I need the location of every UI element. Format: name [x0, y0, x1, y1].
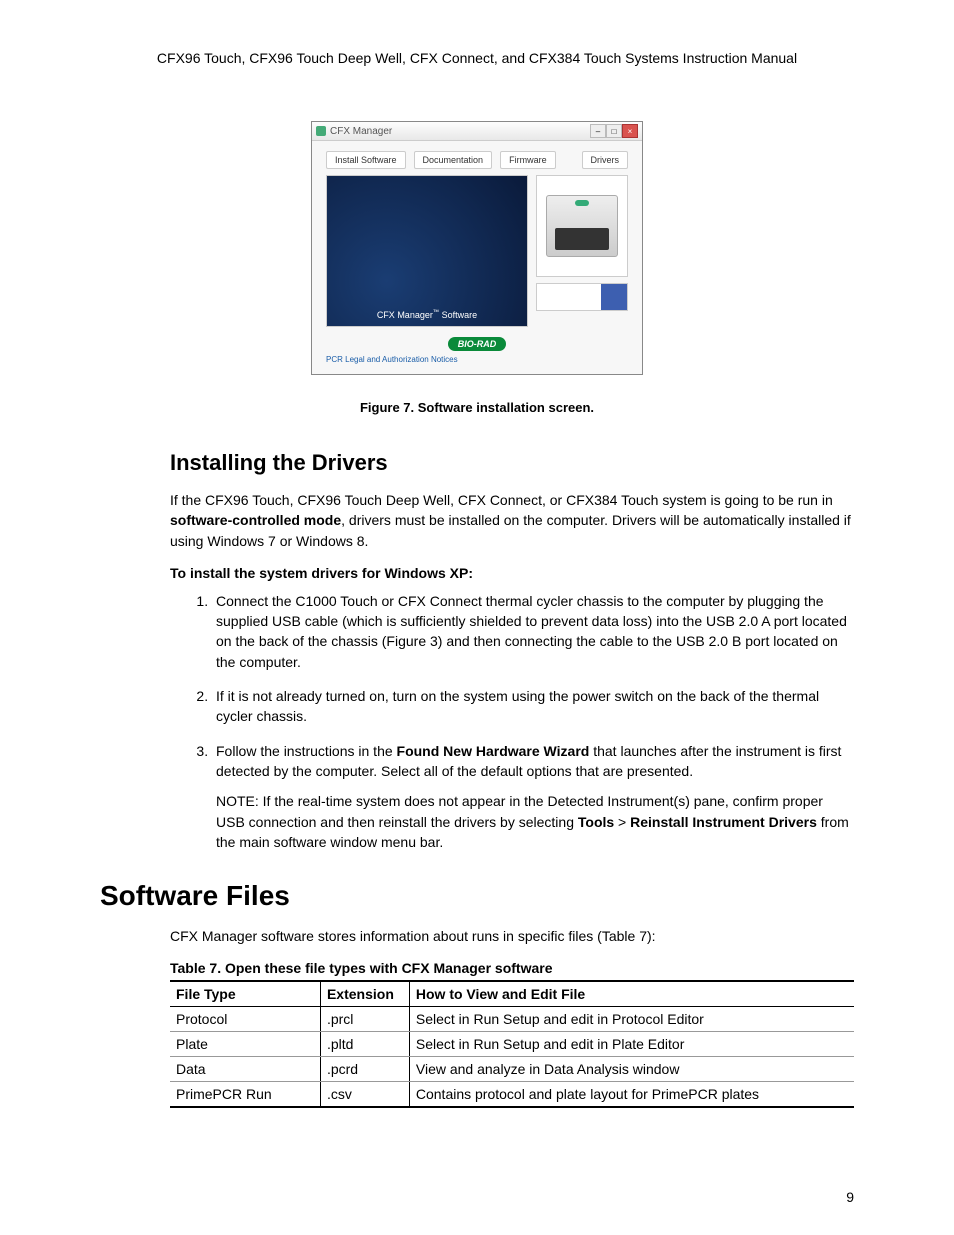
intro-paragraph: If the CFX96 Touch, CFX96 Touch Deep Wel…: [100, 490, 854, 551]
sub-heading-install-xp: To install the system drivers for Window…: [100, 565, 854, 581]
step-2: If it is not already turned on, turn on …: [212, 686, 854, 727]
tab-documentation[interactable]: Documentation: [414, 151, 493, 169]
step-1: Connect the C1000 Touch or CFX Connect t…: [212, 591, 854, 672]
installer-titlebar: CFX Manager – □ ×: [312, 122, 642, 141]
app-icon: [316, 126, 326, 136]
th-file-type: File Type: [170, 981, 320, 1007]
step-3-note: NOTE: If the real-time system does not a…: [216, 791, 854, 852]
section-heading-installing-drivers: Installing the Drivers: [100, 450, 854, 476]
table-header-row: File Type Extension How to View and Edit…: [170, 981, 854, 1007]
table-row: Data .pcrd View and analyze in Data Anal…: [170, 1057, 854, 1082]
window-title: CFX Manager: [330, 126, 392, 137]
th-extension: Extension: [320, 981, 409, 1007]
page-number: 9: [846, 1189, 854, 1205]
th-how-to-view: How to View and Edit File: [409, 981, 854, 1007]
tab-drivers[interactable]: Drivers: [582, 151, 629, 169]
section-heading-software-files: Software Files: [100, 880, 854, 912]
files-intro: CFX Manager software stores information …: [100, 926, 854, 946]
installer-window: CFX Manager – □ × Install Software Docum…: [311, 121, 643, 375]
table-row: Protocol .prcl Select in Run Setup and e…: [170, 1007, 854, 1032]
maximize-icon[interactable]: □: [606, 124, 622, 138]
tab-install-software[interactable]: Install Software: [326, 151, 406, 169]
legal-link[interactable]: PCR Legal and Authorization Notices: [326, 355, 628, 364]
spacer-panel: [536, 283, 628, 311]
figure-7-container: CFX Manager – □ × Install Software Docum…: [100, 121, 854, 375]
table-row: PrimePCR Run .csv Contains protocol and …: [170, 1082, 854, 1108]
table-caption: Table 7. Open these file types with CFX …: [100, 960, 854, 976]
step-3: Follow the instructions in the Found New…: [212, 741, 854, 852]
software-panel[interactable]: CFX Manager™ Software: [326, 175, 528, 327]
device-panel[interactable]: [536, 175, 628, 277]
table-row: Plate .pltd Select in Run Setup and edit…: [170, 1032, 854, 1057]
tab-firmware[interactable]: Firmware: [500, 151, 556, 169]
close-icon[interactable]: ×: [622, 124, 638, 138]
install-steps-list: Connect the C1000 Touch or CFX Connect t…: [100, 591, 854, 852]
minimize-icon[interactable]: –: [590, 124, 606, 138]
figure-caption: Figure 7. Software installation screen.: [100, 400, 854, 415]
software-panel-caption: CFX Manager™ Software: [327, 309, 527, 320]
device-icon: [546, 195, 618, 257]
biorad-logo: BIO-RAD: [448, 337, 507, 351]
file-types-table: File Type Extension How to View and Edit…: [170, 980, 854, 1108]
blue-square-icon: [601, 284, 627, 310]
running-header: CFX96 Touch, CFX96 Touch Deep Well, CFX …: [100, 50, 854, 66]
